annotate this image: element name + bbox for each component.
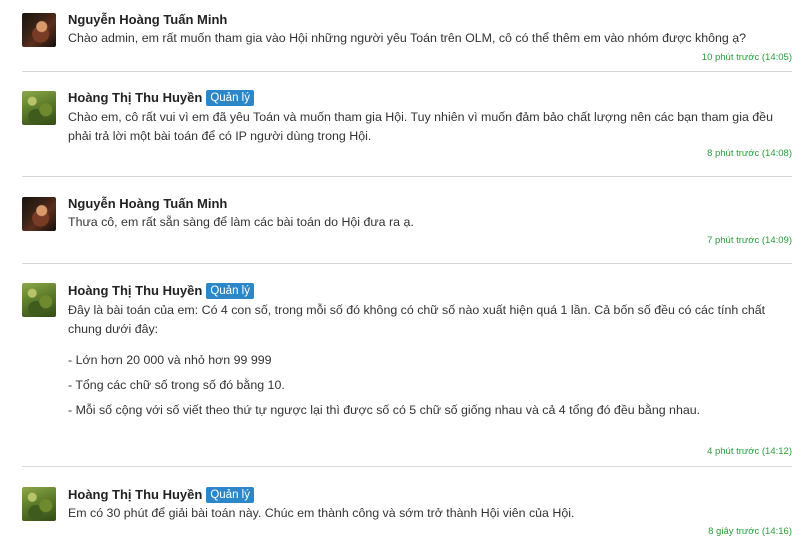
message-text: Đây là bài toán của em: Có 4 con số, tro…: [68, 301, 783, 426]
author-name[interactable]: Hoàng Thị Thu Huyền Quản lý: [68, 90, 254, 106]
message-text: Thưa cô, em rất sẵn sàng để làm các bài …: [68, 213, 783, 232]
message-timestamp: 8 phút trước (14:08): [707, 148, 792, 159]
divider: [22, 466, 792, 467]
avatar[interactable]: [22, 197, 56, 231]
message-text: Em có 30 phút để giải bài toán này. Chúc…: [68, 504, 783, 523]
message-timestamp: 10 phút trước (14:05): [701, 52, 792, 63]
message-paragraph: Thưa cô, em rất sẵn sàng để làm các bài …: [68, 215, 414, 229]
message-text: Chào em, cô rất vui vì em đã yêu Toán và…: [68, 108, 783, 146]
message-paragraph: Chào em, cô rất vui vì em đã yêu Toán và…: [68, 110, 773, 143]
author-name[interactable]: Hoàng Thị Thu Huyền Quản lý: [68, 283, 254, 299]
divider: [22, 263, 792, 264]
author-name-text: Hoàng Thị Thu Huyền: [68, 283, 203, 298]
avatar[interactable]: [22, 13, 56, 47]
author-name-text: Hoàng Thị Thu Huyền: [68, 90, 203, 105]
bullet-list: - Lớn hơn 20 000 và nhỏ hơn 99 999 - Tổn…: [68, 351, 783, 420]
divider: [22, 71, 792, 72]
message-timestamp: 8 giây trước (14:16): [708, 526, 792, 537]
message-paragraph: Em có 30 phút để giải bài toán này. Chúc…: [68, 506, 575, 520]
bullet-item: - Mỗi số cộng với số viết theo thứ tự ng…: [68, 403, 701, 417]
bullet-item: - Tổng các chữ số trong số đó bằng 10.: [68, 378, 285, 392]
author-name-text: Hoàng Thị Thu Huyền: [68, 487, 203, 502]
divider: [22, 176, 792, 177]
author-name[interactable]: Nguyễn Hoàng Tuấn Minh: [68, 12, 227, 27]
author-name[interactable]: Nguyễn Hoàng Tuấn Minh: [68, 196, 227, 211]
avatar[interactable]: [22, 91, 56, 125]
author-name[interactable]: Hoàng Thị Thu Huyền Quản lý: [68, 487, 254, 503]
message-timestamp: 4 phút trước (14:12): [707, 446, 792, 457]
role-badge: Quản lý: [206, 283, 254, 299]
bullet-item: - Lớn hơn 20 000 và nhỏ hơn 99 999: [68, 353, 272, 367]
message-paragraph: Chào admin, em rất muốn tham gia vào Hội…: [68, 31, 747, 45]
role-badge: Quản lý: [206, 90, 254, 106]
avatar[interactable]: [22, 283, 56, 317]
message-text: Chào admin, em rất muốn tham gia vào Hội…: [68, 29, 783, 48]
role-badge: Quản lý: [206, 487, 254, 503]
message-timestamp: 7 phút trước (14:09): [707, 235, 792, 246]
author-name-text: Nguyễn Hoàng Tuấn Minh: [68, 196, 228, 211]
message-paragraph: Đây là bài toán của em: Có 4 con số, tro…: [68, 303, 766, 336]
author-name-text: Nguyễn Hoàng Tuấn Minh: [68, 12, 228, 27]
avatar[interactable]: [22, 487, 56, 521]
